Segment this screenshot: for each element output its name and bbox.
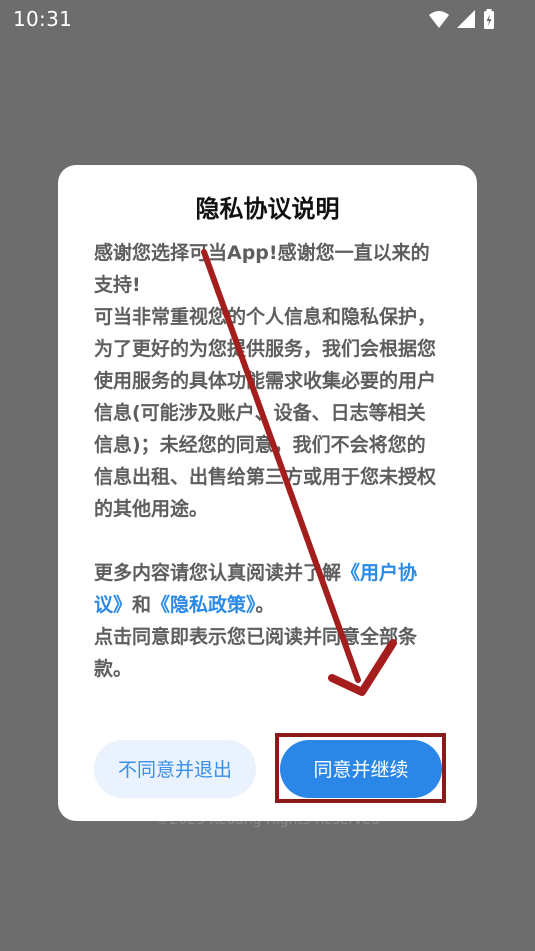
more-info-paragraph: 更多内容请您认真阅读并了解《用户协议》和《隐私政策》。 bbox=[94, 557, 444, 621]
consent-note: 点击同意即表示您已阅读并同意全部条款。 bbox=[94, 626, 418, 680]
privacy-paragraph: 可当非常重视您的个人信息和隐私保护，为了更好的为您提供服务，我们会根据您使用服务… bbox=[94, 306, 437, 520]
wifi-icon bbox=[429, 11, 449, 28]
thanks-paragraph: 感谢您选择可当App!感谢您一直以来的支持! bbox=[94, 242, 430, 296]
annotation-highlight-box bbox=[275, 733, 446, 803]
and-text: 和 bbox=[132, 594, 152, 616]
battery-charging-icon bbox=[484, 9, 494, 29]
cellular-signal-icon bbox=[457, 10, 475, 28]
status-time: 10:31 bbox=[13, 7, 73, 31]
status-icons bbox=[429, 9, 494, 29]
dialog-title: 隐私协议说明 bbox=[195, 195, 340, 223]
more-info-prefix: 更多内容请您认真阅读并了解 bbox=[94, 562, 342, 584]
dialog-body: 感谢您选择可当App!感谢您一直以来的支持! 可当非常重视您的个人信息和隐私保护… bbox=[94, 237, 444, 685]
privacy-policy-link[interactable]: 《隐私政策》 bbox=[151, 594, 256, 616]
period-text: 。 bbox=[255, 594, 275, 616]
decline-exit-button[interactable]: 不同意并退出 bbox=[94, 740, 256, 798]
privacy-dialog: 隐私协议说明 感谢您选择可当App!感谢您一直以来的支持! 可当非常重视您的个人… bbox=[58, 165, 477, 821]
status-bar: 10:31 bbox=[0, 0, 535, 38]
